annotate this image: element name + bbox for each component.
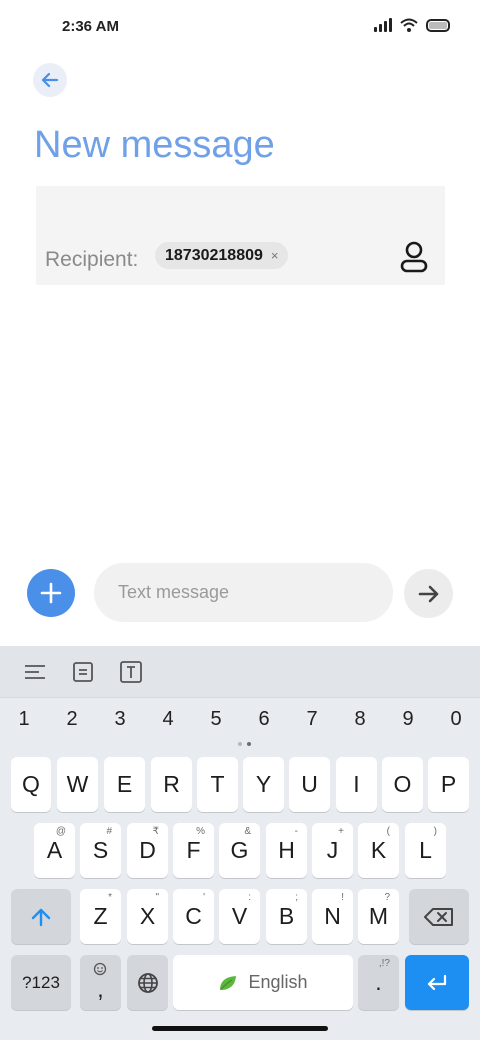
page-title: New message bbox=[34, 124, 275, 166]
clipboard-icon[interactable] bbox=[71, 660, 95, 684]
keyboard-toolbar bbox=[0, 646, 480, 698]
key-n[interactable]: ! N bbox=[312, 889, 353, 944]
plus-icon bbox=[40, 582, 62, 604]
space-key-label: English bbox=[248, 972, 308, 992]
key-a[interactable]: @ A bbox=[34, 823, 75, 878]
status-time: 2:36 AM bbox=[62, 18, 119, 35]
shift-arrow-icon bbox=[31, 908, 51, 926]
key-e[interactable]: E bbox=[104, 757, 145, 812]
signal-icon bbox=[374, 18, 392, 32]
key-q[interactable]: Q bbox=[11, 757, 51, 812]
key-r[interactable]: R bbox=[151, 757, 192, 812]
key-4[interactable]: 4 bbox=[153, 708, 183, 731]
key-s[interactable]: # S bbox=[80, 823, 121, 878]
leaf-icon bbox=[220, 975, 237, 990]
contacts-button[interactable] bbox=[399, 241, 429, 273]
arrow-right-icon bbox=[418, 585, 438, 602]
key-v[interactable]: :V bbox=[219, 889, 260, 944]
key-b[interactable]: ; B bbox=[266, 889, 307, 944]
page-dots bbox=[238, 742, 251, 746]
key-p[interactable]: P bbox=[428, 757, 469, 812]
key-u[interactable]: U bbox=[289, 757, 330, 812]
key-1[interactable]: 1 bbox=[9, 708, 39, 731]
key-h[interactable]: -H bbox=[266, 823, 307, 878]
navigation-bar[interactable] bbox=[152, 1026, 328, 1031]
key-o[interactable]: O bbox=[382, 757, 423, 812]
person-icon bbox=[400, 241, 428, 273]
key-m[interactable]: ? M bbox=[358, 889, 399, 944]
align-icon[interactable] bbox=[23, 660, 47, 684]
key-9[interactable]: 9 bbox=[393, 708, 423, 731]
period-key[interactable]: ,!? . bbox=[358, 955, 399, 1010]
comma-key[interactable]: , bbox=[80, 955, 121, 1010]
key-2[interactable]: 2 bbox=[57, 708, 87, 731]
key-w[interactable]: W bbox=[57, 757, 98, 812]
shift-key[interactable] bbox=[11, 889, 71, 944]
backspace-key[interactable] bbox=[409, 889, 469, 944]
space-key[interactable]: English bbox=[173, 955, 353, 1010]
key-z[interactable]: * Z bbox=[80, 889, 121, 944]
recipient-field[interactable]: Recipient: 18730218809 × bbox=[36, 186, 445, 285]
language-key[interactable] bbox=[127, 955, 168, 1010]
battery-icon bbox=[426, 18, 450, 32]
send-button[interactable] bbox=[404, 569, 453, 618]
key-8[interactable]: 8 bbox=[345, 708, 375, 731]
number-row: 1 2 3 4 5 6 7 8 9 0 bbox=[0, 708, 480, 738]
add-attachment-button[interactable] bbox=[27, 569, 75, 617]
recipient-chip[interactable]: 18730218809 × bbox=[155, 242, 289, 269]
back-button[interactable] bbox=[33, 63, 67, 97]
key-l[interactable]: ) L bbox=[405, 823, 446, 878]
key-i[interactable]: I bbox=[336, 757, 377, 812]
key-5[interactable]: 5 bbox=[201, 708, 231, 731]
key-c[interactable]: ' C bbox=[173, 889, 214, 944]
enter-icon bbox=[427, 974, 447, 990]
backspace-icon bbox=[424, 907, 453, 926]
enter-key[interactable] bbox=[405, 955, 469, 1010]
key-6[interactable]: 6 bbox=[249, 708, 279, 731]
key-7[interactable]: 7 bbox=[297, 708, 327, 731]
key-d[interactable]: ₹ D bbox=[127, 823, 168, 878]
key-g[interactable]: & G bbox=[219, 823, 260, 878]
symbols-key[interactable]: ?123 bbox=[11, 955, 71, 1010]
chip-close-icon[interactable]: × bbox=[271, 249, 279, 262]
recipient-chip-number: 18730218809 bbox=[165, 246, 263, 264]
key-x[interactable]: " X bbox=[127, 889, 168, 944]
text-message-input[interactable] bbox=[94, 563, 393, 622]
key-f[interactable]: % F bbox=[173, 823, 214, 878]
key-t[interactable]: T bbox=[197, 757, 238, 812]
text-icon[interactable] bbox=[119, 660, 143, 684]
arrow-left-icon bbox=[41, 72, 59, 88]
key-3[interactable]: 3 bbox=[105, 708, 135, 731]
key-y[interactable]: Y bbox=[243, 757, 284, 812]
key-k[interactable]: (K bbox=[358, 823, 399, 878]
status-bar: 2:36 AM bbox=[0, 0, 480, 56]
recipient-label: Recipient: bbox=[45, 248, 139, 271]
globe-icon bbox=[137, 972, 158, 993]
emoji-icon bbox=[93, 962, 107, 976]
key-0[interactable]: 0 bbox=[441, 708, 471, 731]
wifi-icon bbox=[400, 18, 418, 32]
keyboard: 1 2 3 4 5 6 7 8 9 0 Q W E R T Y U I O P … bbox=[0, 646, 480, 1040]
key-j[interactable]: + J bbox=[312, 823, 353, 878]
